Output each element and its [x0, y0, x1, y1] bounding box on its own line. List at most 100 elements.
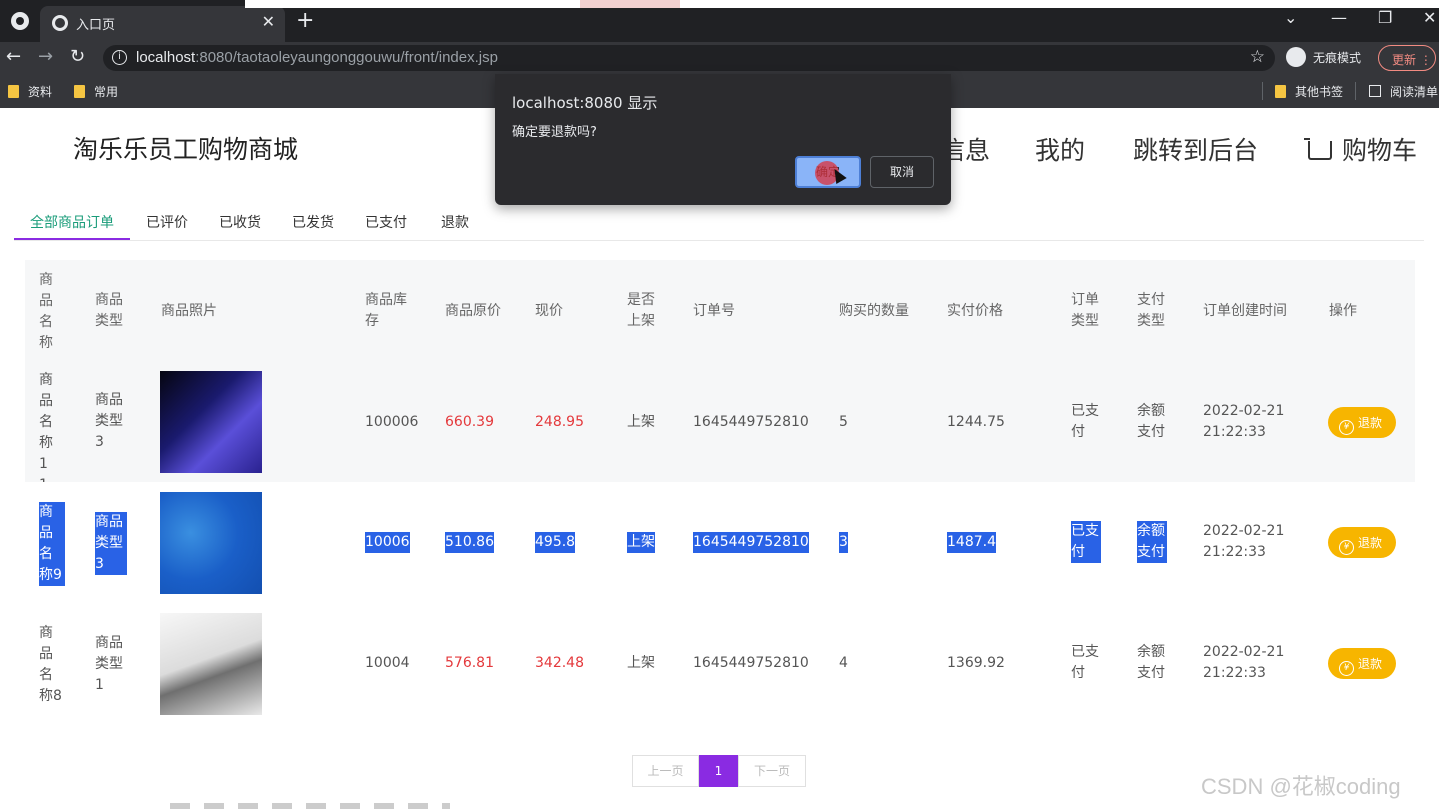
yen-icon: ¥ — [1339, 540, 1354, 555]
created-date: 2022-02-21 — [1203, 403, 1285, 419]
tab-search-icon[interactable]: ⌄ — [1284, 8, 1297, 27]
cart-icon — [1304, 138, 1332, 160]
col-header: 订单创建时间 — [1203, 303, 1287, 319]
order-number: 1645449752810 — [693, 414, 809, 430]
created-time: 21:22:33 — [1203, 424, 1266, 440]
current-price: 248.95 — [535, 414, 584, 430]
confirm-dialog: localhost:8080 显示 确定要退款吗? 确定 取消 — [495, 74, 951, 205]
next-page-button[interactable]: 下一页 — [738, 755, 806, 787]
order-number: 1645449752810 — [693, 532, 809, 553]
watermark: CSDN @花椒coding — [1201, 774, 1401, 799]
product-photo — [160, 371, 262, 473]
incognito-icon — [1286, 47, 1306, 67]
listed-status: 上架 — [627, 655, 655, 671]
refund-button[interactable]: ¥ 退款 — [1328, 527, 1396, 558]
folder-icon — [1275, 85, 1286, 98]
reload-icon[interactable]: ↻ — [70, 46, 85, 67]
col-header: 商品库存 — [365, 292, 407, 329]
divider — [1262, 82, 1263, 100]
folder-icon — [74, 85, 85, 98]
quantity: 4 — [839, 655, 848, 671]
col-header: 商品照片 — [161, 303, 217, 319]
refund-button[interactable]: ¥ 退款 — [1328, 648, 1396, 679]
order-number: 1645449752810 — [693, 655, 809, 671]
col-header: 支付类型 — [1137, 292, 1165, 329]
refund-button[interactable]: ¥ 退款 — [1328, 407, 1396, 438]
created-time: 21:22:33 — [1203, 665, 1266, 681]
product-type: 商品类型3 — [95, 392, 123, 450]
nav-admin[interactable]: 跳转到后台 — [1133, 131, 1258, 167]
table-row: 商品名称9 商品类型3 10006 510.86 495.8 上架 164544… — [25, 482, 1415, 603]
product-name: 商品名称8 — [39, 625, 62, 704]
update-button[interactable]: 更新 ⋮ — [1378, 45, 1436, 71]
col-header: 订单号 — [693, 303, 735, 319]
original-price: 660.39 — [445, 414, 494, 430]
product-type: 商品类型3 — [95, 512, 127, 575]
quantity: 3 — [839, 532, 848, 553]
underlying-page-strip — [170, 803, 450, 809]
created-date: 2022-02-21 — [1203, 644, 1285, 660]
close-window-icon[interactable]: ✕ — [1423, 8, 1436, 27]
tab-shipped[interactable]: 已发货 — [292, 212, 334, 232]
listed-status: 上架 — [627, 532, 655, 553]
forward-icon[interactable]: → — [38, 46, 53, 67]
product-photo — [160, 613, 262, 715]
url-field[interactable]: i localhost:8080/taotaoleyaungonggouwu/f… — [103, 45, 1275, 71]
browser-tab[interactable]: 入口页 ✕ — [40, 6, 285, 42]
cancel-button[interactable]: 取消 — [870, 156, 934, 188]
info-icon[interactable]: i — [112, 50, 127, 65]
ok-button[interactable]: 确定 — [795, 156, 861, 188]
stock: 100006 — [365, 414, 419, 430]
reading-list[interactable]: 阅读清单 — [1369, 83, 1438, 100]
back-icon[interactable]: ← — [6, 46, 21, 67]
tab-close-icon[interactable]: ✕ — [262, 12, 275, 31]
pay-type: 余额支付 — [1137, 521, 1167, 563]
tab-refund[interactable]: 退款 — [441, 212, 469, 232]
product-photo — [160, 492, 262, 594]
tab-paid[interactable]: 已支付 — [365, 212, 407, 232]
order-type: 已支付 — [1071, 521, 1101, 563]
created-date: 2022-02-21 — [1203, 523, 1285, 539]
listed-status: 上架 — [627, 414, 655, 430]
bookmark-star-icon[interactable]: ☆ — [1250, 47, 1265, 67]
order-type: 已支付 — [1071, 644, 1099, 681]
nav-mine[interactable]: 我的 — [1035, 131, 1085, 167]
col-header: 现价 — [535, 303, 563, 319]
site-title: 淘乐乐员工购物商城 — [73, 135, 299, 164]
incognito-label: 无痕模式 — [1313, 51, 1362, 65]
product-name: 商品名称11 — [39, 372, 53, 493]
col-header: 订单类型 — [1071, 292, 1099, 329]
underlying-page-strip — [245, 0, 1439, 8]
table-row: 商品名称8 商品类型1 10004 576.81 342.48 上架 16454… — [25, 603, 1415, 725]
original-price: 576.81 — [445, 655, 494, 671]
pay-type: 余额支付 — [1137, 644, 1165, 681]
product-name: 商品名称9 — [39, 502, 65, 586]
browser-menu-icon[interactable] — [11, 12, 29, 30]
new-tab-icon[interactable]: + — [296, 8, 314, 33]
product-type: 商品类型1 — [95, 635, 123, 693]
prev-page-button[interactable]: 上一页 — [632, 755, 699, 787]
tab-all-orders[interactable]: 全部商品订单 — [30, 212, 114, 232]
quantity: 5 — [839, 414, 848, 430]
original-price: 510.86 — [445, 532, 494, 553]
orders-table: 商品名称 商品类型 商品照片 商品库存 商品原价 现价 是否上架 订单号 购买的… — [25, 260, 1415, 725]
pay-type: 余额支付 — [1137, 403, 1165, 440]
paid-amount: 1487.4 — [947, 532, 996, 553]
other-bookmarks[interactable]: 其他书签 — [1275, 83, 1343, 100]
address-bar: ← → ↻ i localhost:8080/taotaoleyaungongg… — [0, 42, 1439, 74]
restore-icon[interactable]: ❐ — [1378, 8, 1392, 27]
table-header: 商品名称 商品类型 商品照片 商品库存 商品原价 现价 是否上架 订单号 购买的… — [25, 260, 1415, 362]
col-header: 操作 — [1329, 303, 1357, 319]
divider — [14, 240, 1424, 241]
bookmark-folder[interactable]: 常用 — [74, 83, 118, 100]
stock: 10004 — [365, 655, 410, 671]
minimize-icon[interactable]: — — [1331, 8, 1347, 27]
bookmark-folder[interactable]: 资料 — [8, 83, 52, 100]
nav-cart[interactable]: 购物车 — [1304, 131, 1417, 167]
tab-received[interactable]: 已收货 — [219, 212, 261, 232]
tab-reviewed[interactable]: 已评价 — [146, 212, 188, 232]
url-text: localhost:8080/taotaoleyaungonggouwu/fro… — [136, 49, 498, 66]
page-number-current[interactable]: 1 — [699, 755, 738, 787]
dialog-title: localhost:8080 显示 — [512, 94, 658, 112]
col-header: 实付价格 — [947, 303, 1003, 319]
